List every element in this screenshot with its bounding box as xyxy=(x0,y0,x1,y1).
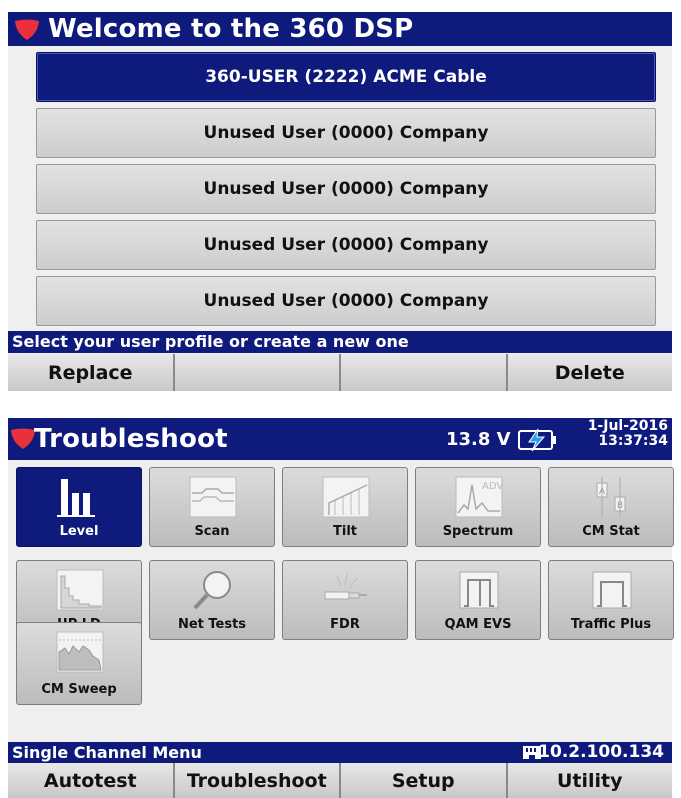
troubleshoot-title: Troubleshoot xyxy=(34,424,228,454)
tile-scan[interactable]: Scan xyxy=(149,467,275,547)
troubleshoot-softkeys: Autotest Troubleshoot Setup Utility xyxy=(8,763,672,798)
tile-tilt[interactable]: Tilt xyxy=(282,467,408,547)
tile-level-label: Level xyxy=(59,524,99,539)
user-profile-3[interactable]: Unused User (0000) Company xyxy=(36,164,656,214)
scan-icon xyxy=(189,476,237,518)
tile-fdr[interactable]: FDR xyxy=(282,560,408,640)
time-readout: 13:37:34 xyxy=(598,433,668,449)
troubleshoot-button[interactable]: Troubleshoot xyxy=(174,763,339,798)
level-icon xyxy=(57,479,95,517)
tile-net-tests[interactable]: Net Tests xyxy=(149,560,275,640)
welcome-title: Welcome to the 360 DSP xyxy=(48,14,414,44)
tilt-icon xyxy=(322,476,370,518)
user-profile-4[interactable]: Unused User (0000) Company xyxy=(36,220,656,270)
ip-address: 10.2.100.134 xyxy=(538,742,664,762)
tile-qam-evs-label: QAM EVS xyxy=(444,617,512,632)
voltage-readout: 13.8 V xyxy=(446,429,511,450)
user-profile-5[interactable]: Unused User (0000) Company xyxy=(36,276,656,326)
magnifier-icon xyxy=(193,571,231,610)
shield-logo-icon xyxy=(11,428,35,449)
tile-fdr-label: FDR xyxy=(330,617,360,632)
qam-evs-icon xyxy=(459,571,499,609)
tile-tilt-label: Tilt xyxy=(333,524,357,539)
shield-logo-icon xyxy=(15,19,39,40)
autotest-button[interactable]: Autotest xyxy=(8,763,173,798)
battery-charging-icon xyxy=(518,428,556,452)
status-message: Single Channel Menu xyxy=(12,743,202,762)
datetime: 1-Jul-2016 13:37:34 xyxy=(563,419,668,449)
tile-cm-sweep-label: CM Sweep xyxy=(41,682,117,697)
traffic-plus-icon xyxy=(592,571,632,609)
delete-button[interactable]: Delete xyxy=(507,354,672,391)
spectrum-icon: ADV xyxy=(455,476,503,518)
tile-traffic-plus[interactable]: Traffic Plus xyxy=(548,560,674,640)
user-profile-2[interactable]: Unused User (0000) Company xyxy=(36,108,656,158)
cm-stat-icon: A B xyxy=(596,477,626,517)
softkey-3-button[interactable] xyxy=(341,354,506,391)
troubleshoot-screen: Troubleshoot 13.8 V 1-Jul-2016 13:37:34 … xyxy=(8,418,674,798)
tile-cm-stat-label: CM Stat xyxy=(582,524,640,539)
svg-text:ADV: ADV xyxy=(482,481,503,492)
welcome-softkeys: Replace Delete xyxy=(8,354,672,391)
tile-level[interactable]: Level xyxy=(16,467,142,547)
cm-sweep-icon xyxy=(56,631,104,673)
tile-net-tests-label: Net Tests xyxy=(177,617,247,632)
welcome-title-bar: Welcome to the 360 DSP xyxy=(8,12,672,46)
tile-spectrum-label: Spectrum xyxy=(442,524,514,539)
tile-scan-label: Scan xyxy=(194,524,230,539)
fdr-icon xyxy=(324,573,367,600)
welcome-screen: Welcome to the 360 DSP 360-USER (2222) A… xyxy=(8,12,672,391)
user-profile-1[interactable]: 360-USER (2222) ACME Cable xyxy=(36,52,656,102)
tile-cm-stat[interactable]: A B CM Stat xyxy=(548,467,674,547)
troubleshoot-status-bar: Single Channel Menu 10.2.100.134 xyxy=(8,742,672,763)
utility-button[interactable]: Utility xyxy=(507,763,672,798)
setup-button[interactable]: Setup xyxy=(341,763,506,798)
up-ld-icon xyxy=(56,569,104,611)
replace-button[interactable]: Replace xyxy=(8,354,173,391)
tile-traffic-plus-label: Traffic Plus xyxy=(570,617,652,632)
tile-qam-evs[interactable]: QAM EVS xyxy=(415,560,541,640)
troubleshoot-title-bar: Troubleshoot 13.8 V 1-Jul-2016 13:37:34 xyxy=(8,418,672,460)
softkey-2-button[interactable] xyxy=(174,354,339,391)
welcome-status-bar: Select your user profile or create a new… xyxy=(8,331,672,353)
date-readout: 1-Jul-2016 xyxy=(587,418,668,434)
tile-cm-sweep[interactable]: CM Sweep xyxy=(16,622,142,705)
tile-spectrum[interactable]: ADV Spectrum xyxy=(415,467,541,547)
